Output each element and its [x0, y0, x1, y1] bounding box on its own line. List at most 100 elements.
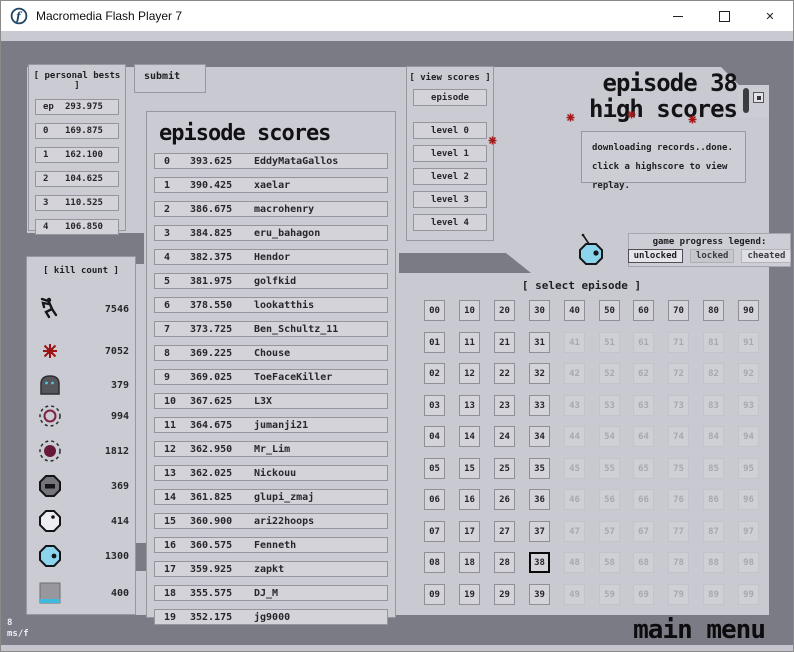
minimize-button[interactable]: [655, 1, 701, 31]
highscore-row[interactable]: 18355.575DJ_M: [154, 585, 388, 601]
view-scores-level-button[interactable]: level 1: [413, 145, 487, 162]
episode-cell-38[interactable]: 38: [529, 552, 550, 573]
episode-cell-16[interactable]: 16: [459, 489, 480, 510]
highscore-row[interactable]: 4382.375Hendor: [154, 249, 388, 265]
maximize-button[interactable]: [701, 1, 747, 31]
submit-button[interactable]: submit: [134, 64, 206, 93]
view-scores-level-button[interactable]: level 2: [413, 168, 487, 185]
episode-cell-40[interactable]: 40: [564, 300, 585, 321]
view-scores-episode-button[interactable]: episode: [413, 89, 487, 106]
episode-cell-14[interactable]: 14: [459, 426, 480, 447]
episode-cell-05[interactable]: 05: [424, 458, 445, 479]
highscore-row[interactable]: 10367.625L3X: [154, 393, 388, 409]
highscore-score: 364.675: [190, 420, 254, 431]
highscore-row[interactable]: 13362.025Nickouu: [154, 465, 388, 481]
door-switch-icon: [753, 92, 764, 103]
episode-cell-52: 52: [599, 363, 620, 384]
episode-cell-12[interactable]: 12: [459, 363, 480, 384]
episode-cell-18[interactable]: 18: [459, 552, 480, 573]
episode-cell-09[interactable]: 09: [424, 584, 445, 605]
highscore-rank: 5: [155, 276, 190, 287]
highscore-row[interactable]: 15360.900ari22hoops: [154, 513, 388, 529]
episode-cell-00[interactable]: 00: [424, 300, 445, 321]
episode-cell-01[interactable]: 01: [424, 332, 445, 353]
episode-cell-29[interactable]: 29: [494, 584, 515, 605]
highscore-row[interactable]: 19352.175jg9000: [154, 609, 388, 625]
episode-cell-25[interactable]: 25: [494, 458, 515, 479]
highscore-row[interactable]: 16360.575Fenneth: [154, 537, 388, 553]
view-scores-level-button[interactable]: level 4: [413, 214, 487, 231]
highscore-rank: 11: [155, 420, 190, 431]
highscore-row[interactable]: 0393.625EddyMataGallos: [154, 153, 388, 169]
episode-cell-19[interactable]: 19: [459, 584, 480, 605]
highscore-score: 390.425: [190, 180, 254, 191]
highscore-row[interactable]: 14361.825glupi_zmaj: [154, 489, 388, 505]
episode-cell-37[interactable]: 37: [529, 521, 550, 542]
main-menu-button[interactable]: main menu: [633, 615, 765, 645]
episode-cell-31[interactable]: 31: [529, 332, 550, 353]
highscore-row[interactable]: 5381.975golfkid: [154, 273, 388, 289]
episode-cell-24[interactable]: 24: [494, 426, 515, 447]
episode-cell-48: 48: [564, 552, 585, 573]
flash-player-icon: f: [10, 7, 28, 25]
view-scores-level-button[interactable]: level 3: [413, 191, 487, 208]
episode-cell-90[interactable]: 90: [738, 300, 759, 321]
episode-cell-22[interactable]: 22: [494, 363, 515, 384]
episode-cell-17[interactable]: 17: [459, 521, 480, 542]
episode-cell-20[interactable]: 20: [494, 300, 515, 321]
highscore-row[interactable]: 17359.925zapkt: [154, 561, 388, 577]
highscore-rank: 13: [155, 468, 190, 479]
episode-cell-13[interactable]: 13: [459, 395, 480, 416]
episode-cell-32[interactable]: 32: [529, 363, 550, 384]
mine-decoration-icon: [627, 104, 636, 123]
episode-cell-10[interactable]: 10: [459, 300, 480, 321]
legend-item-locked: locked: [690, 249, 735, 263]
episode-cell-33[interactable]: 33: [529, 395, 550, 416]
episode-cell-04[interactable]: 04: [424, 426, 445, 447]
view-scores-level-button[interactable]: level 0: [413, 122, 487, 139]
highscore-rank: 3: [155, 228, 190, 239]
episode-cell-15[interactable]: 15: [459, 458, 480, 479]
episode-cell-27[interactable]: 27: [494, 521, 515, 542]
highscore-row[interactable]: 1390.425xaelar: [154, 177, 388, 193]
episode-cell-70[interactable]: 70: [668, 300, 689, 321]
episode-cell-11[interactable]: 11: [459, 332, 480, 353]
episode-cell-23[interactable]: 23: [494, 395, 515, 416]
episode-cell-36[interactable]: 36: [529, 489, 550, 510]
episode-cell-60[interactable]: 60: [633, 300, 654, 321]
episode-cell-30[interactable]: 30: [529, 300, 550, 321]
episode-cell-21[interactable]: 21: [494, 332, 515, 353]
status-line1: downloading records..done.: [592, 139, 745, 158]
highscore-row[interactable]: 3384.825eru_bahagon: [154, 225, 388, 241]
episode-cell-35[interactable]: 35: [529, 458, 550, 479]
episode-cell-06[interactable]: 06: [424, 489, 445, 510]
highscore-row[interactable]: 8369.225Chouse: [154, 345, 388, 361]
episode-cell-03[interactable]: 03: [424, 395, 445, 416]
highscore-player-name: EddyMataGallos: [254, 156, 387, 167]
highscore-row[interactable]: 7373.725Ben_Schultz_11: [154, 321, 388, 337]
episode-cell-26[interactable]: 26: [494, 489, 515, 510]
episode-cell-39[interactable]: 39: [529, 584, 550, 605]
episode-cell-43: 43: [564, 395, 585, 416]
episode-cell-08[interactable]: 08: [424, 552, 445, 573]
highscore-row[interactable]: 2386.675macrohenry: [154, 201, 388, 217]
personal-best-key: 3: [36, 198, 65, 208]
background-strip-left: [1, 67, 27, 615]
episode-cell-28[interactable]: 28: [494, 552, 515, 573]
highscore-row[interactable]: 6378.550lookatthis: [154, 297, 388, 313]
highscore-score: 386.675: [190, 204, 254, 215]
episode-cell-07[interactable]: 07: [424, 521, 445, 542]
highscore-row[interactable]: 12362.950Mr_Lim: [154, 441, 388, 457]
kill-count-value: 7546: [105, 304, 129, 315]
personal-best-value: 110.525: [65, 198, 103, 208]
episode-cell-80[interactable]: 80: [703, 300, 724, 321]
close-button[interactable]: ✕: [747, 1, 793, 31]
highscore-row[interactable]: 11364.675jumanji21: [154, 417, 388, 433]
mine-decoration-icon: [566, 107, 575, 126]
episode-cell-50[interactable]: 50: [599, 300, 620, 321]
episode-cell-34[interactable]: 34: [529, 426, 550, 447]
episode-cell-56: 56: [599, 489, 620, 510]
personal-bests-panel: [ personal bests ] ep293.9750169.8751162…: [28, 64, 126, 231]
episode-cell-02[interactable]: 02: [424, 363, 445, 384]
highscore-row[interactable]: 9369.025ToeFaceKiller: [154, 369, 388, 385]
